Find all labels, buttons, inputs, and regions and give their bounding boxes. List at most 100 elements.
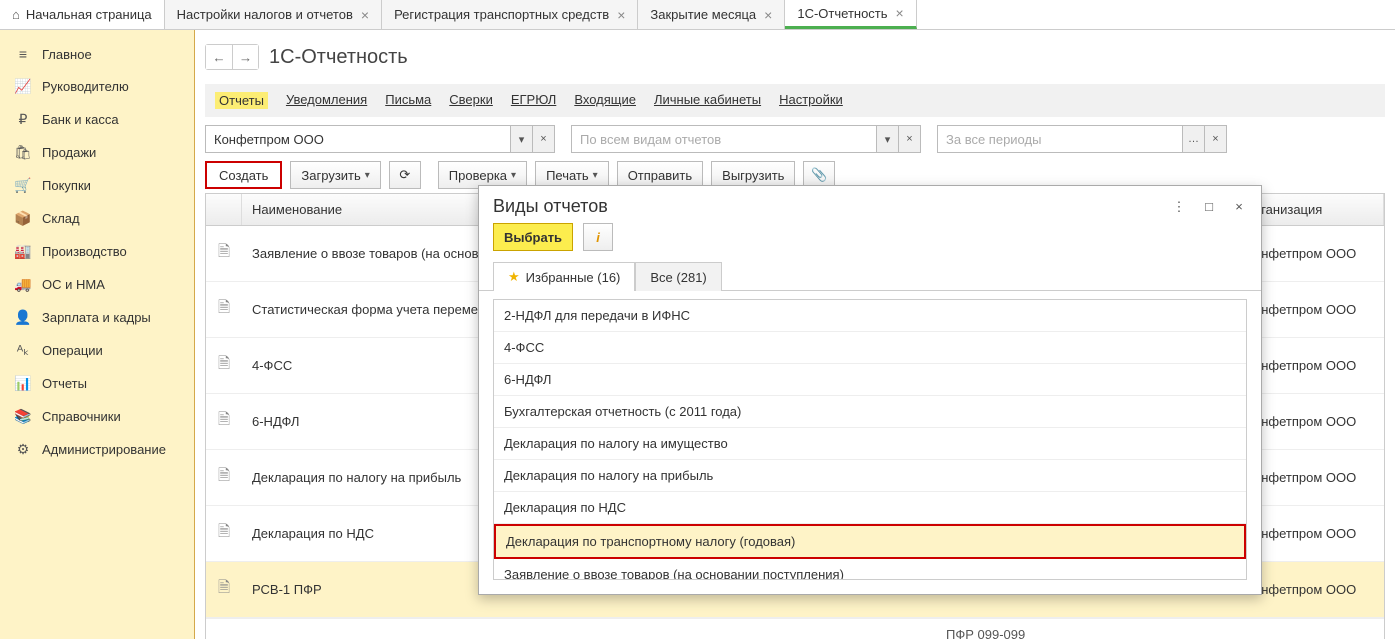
- subtab-reports[interactable]: Отчеты: [215, 92, 268, 109]
- list-item[interactable]: Декларация по транспортному налогу (годо…: [494, 524, 1246, 559]
- truck-icon: 🚚: [14, 276, 32, 293]
- sidebar-item-assets[interactable]: 🚚ОС и НМА: [0, 268, 194, 301]
- close-icon[interactable]: ×: [361, 7, 369, 23]
- clear-button[interactable]: ×: [532, 126, 554, 152]
- close-icon[interactable]: ×: [1231, 199, 1247, 215]
- row-icon: 🗎: [206, 515, 242, 552]
- close-icon[interactable]: ×: [896, 5, 904, 21]
- tab-1c-reporting[interactable]: 1С-Отчетность ×: [785, 0, 916, 29]
- filter-org: ▾ ×: [205, 125, 555, 153]
- sidebar-item-manager[interactable]: 📈Руководителю: [0, 70, 194, 103]
- table-footer: ПФР 099-099: [206, 618, 1384, 639]
- chevron-down-icon: ▾: [593, 170, 598, 181]
- sidebar-item-bank[interactable]: ₽Банк и касса: [0, 103, 194, 136]
- subtabs: Отчеты Уведомления Письма Сверки ЕГРЮЛ В…: [205, 84, 1385, 117]
- list-item[interactable]: Декларация по налогу на имущество: [494, 428, 1246, 460]
- sidebar-item-admin[interactable]: ⚙Администрирование: [0, 433, 194, 466]
- filter-report-type: ▾ ×: [571, 125, 921, 153]
- operations-icon: ᴬₖ: [14, 342, 32, 359]
- type-input[interactable]: [572, 126, 876, 152]
- list-item[interactable]: 4-ФСС: [494, 332, 1246, 364]
- subtab-inbox[interactable]: Входящие: [574, 92, 636, 109]
- row-icon: 🗎: [206, 571, 242, 608]
- subtab-notifications[interactable]: Уведомления: [286, 92, 367, 109]
- clear-button[interactable]: ×: [1204, 126, 1226, 152]
- tab-all[interactable]: Все (281): [635, 262, 721, 291]
- org-input[interactable]: [206, 126, 510, 152]
- choose-button[interactable]: Выбрать: [493, 223, 573, 251]
- top-tab-bar: ⌂ Начальная страница Настройки налогов и…: [0, 0, 1395, 30]
- tab-vehicle-reg[interactable]: Регистрация транспортных средств ×: [382, 0, 638, 29]
- refresh-button[interactable]: ⟳: [389, 161, 421, 189]
- document-icon: 🗎: [218, 299, 230, 316]
- subtab-egrul[interactable]: ЕГРЮЛ: [511, 92, 556, 109]
- sidebar-item-purchases[interactable]: 🛒Покупки: [0, 169, 194, 202]
- report-type-list[interactable]: 2-НДФЛ для передачи в ИФНС4-ФСС6-НДФЛБух…: [493, 299, 1247, 580]
- list-item[interactable]: 6-НДФЛ: [494, 364, 1246, 396]
- sidebar-item-production[interactable]: 🏭Производство: [0, 235, 194, 268]
- list-item[interactable]: Декларация по налогу на прибыль: [494, 460, 1246, 492]
- dropdown-button[interactable]: ▾: [876, 126, 898, 152]
- chevron-down-icon: ▾: [511, 170, 516, 181]
- row-org: онфетпром ООО: [1244, 464, 1384, 491]
- sidebar-item-sales[interactable]: 🛍Продажи: [0, 136, 194, 169]
- forward-button[interactable]: →: [232, 45, 258, 69]
- close-icon[interactable]: ×: [617, 7, 625, 23]
- factory-icon: 🏭: [14, 243, 32, 260]
- tab-home[interactable]: ⌂ Начальная страница: [0, 0, 165, 29]
- info-button[interactable]: i: [583, 223, 613, 251]
- sidebar-item-hr[interactable]: 👤Зарплата и кадры: [0, 301, 194, 334]
- row-icon: 🗎: [206, 291, 242, 328]
- sidebar-item-reports[interactable]: 📊Отчеты: [0, 367, 194, 400]
- row-org: онфетпром ООО: [1244, 408, 1384, 435]
- period-input[interactable]: [938, 126, 1182, 152]
- tab-month-close[interactable]: Закрытие месяца ×: [638, 0, 785, 29]
- close-icon[interactable]: ×: [764, 7, 772, 23]
- subtab-settings[interactable]: Настройки: [779, 92, 843, 109]
- list-item[interactable]: Бухгалтерская отчетность (с 2011 года): [494, 396, 1246, 428]
- gear-icon: ⚙: [14, 441, 32, 458]
- load-button[interactable]: Загрузить▾: [290, 161, 380, 189]
- person-icon: 👤: [14, 309, 32, 326]
- box-icon: 📦: [14, 210, 32, 227]
- tab-home-label: Начальная страница: [26, 7, 152, 22]
- tab-tax-settings[interactable]: Настройки налогов и отчетов ×: [165, 0, 382, 29]
- bag-icon: 🛍: [14, 144, 32, 161]
- report-types-dialog: Виды отчетов ⋮ □ × Выбрать i ★ Избранные…: [478, 185, 1262, 595]
- list-item[interactable]: 2-НДФЛ для передачи в ИФНС: [494, 300, 1246, 332]
- sidebar: ≡Главное 📈Руководителю ₽Банк и касса 🛍Пр…: [0, 30, 195, 639]
- row-org: онфетпром ООО: [1244, 520, 1384, 547]
- document-icon: 🗎: [218, 467, 230, 484]
- maximize-icon[interactable]: □: [1201, 199, 1217, 215]
- back-button[interactable]: ←: [206, 45, 232, 69]
- row-org: онфетпром ООО: [1244, 240, 1384, 267]
- row-icon: 🗎: [206, 347, 242, 384]
- row-org: онфетпром ООО: [1244, 576, 1384, 603]
- dropdown-button[interactable]: ▾: [510, 126, 532, 152]
- subtab-accounts[interactable]: Личные кабинеты: [654, 92, 761, 109]
- sidebar-item-operations[interactable]: ᴬₖОперации: [0, 334, 194, 367]
- subtab-letters[interactable]: Письма: [385, 92, 431, 109]
- create-button[interactable]: Создать: [205, 161, 282, 189]
- subtab-reconcile[interactable]: Сверки: [449, 92, 493, 109]
- menu-icon: ≡: [14, 46, 32, 62]
- list-item[interactable]: Декларация по НДС: [494, 492, 1246, 524]
- document-icon: 🗎: [218, 355, 230, 372]
- document-icon: 🗎: [218, 243, 230, 260]
- sidebar-item-main[interactable]: ≡Главное: [0, 38, 194, 70]
- row-org: онфетпром ООО: [1244, 352, 1384, 379]
- col-org[interactable]: рганизация: [1244, 194, 1384, 225]
- list-item[interactable]: Заявление о ввозе товаров (на основании …: [494, 559, 1246, 580]
- filter-period: … ×: [937, 125, 1227, 153]
- document-icon: 🗎: [218, 523, 230, 540]
- row-icon: 🗎: [206, 403, 242, 440]
- dialog-title: Виды отчетов: [493, 196, 608, 217]
- document-icon: 🗎: [218, 411, 230, 428]
- tab-favorites[interactable]: ★ Избранные (16): [493, 262, 635, 291]
- clear-button[interactable]: ×: [898, 126, 920, 152]
- more-button[interactable]: …: [1182, 126, 1204, 152]
- row-org: онфетпром ООО: [1244, 296, 1384, 323]
- sidebar-item-refs[interactable]: 📚Справочники: [0, 400, 194, 433]
- more-icon[interactable]: ⋮: [1171, 199, 1187, 215]
- sidebar-item-warehouse[interactable]: 📦Склад: [0, 202, 194, 235]
